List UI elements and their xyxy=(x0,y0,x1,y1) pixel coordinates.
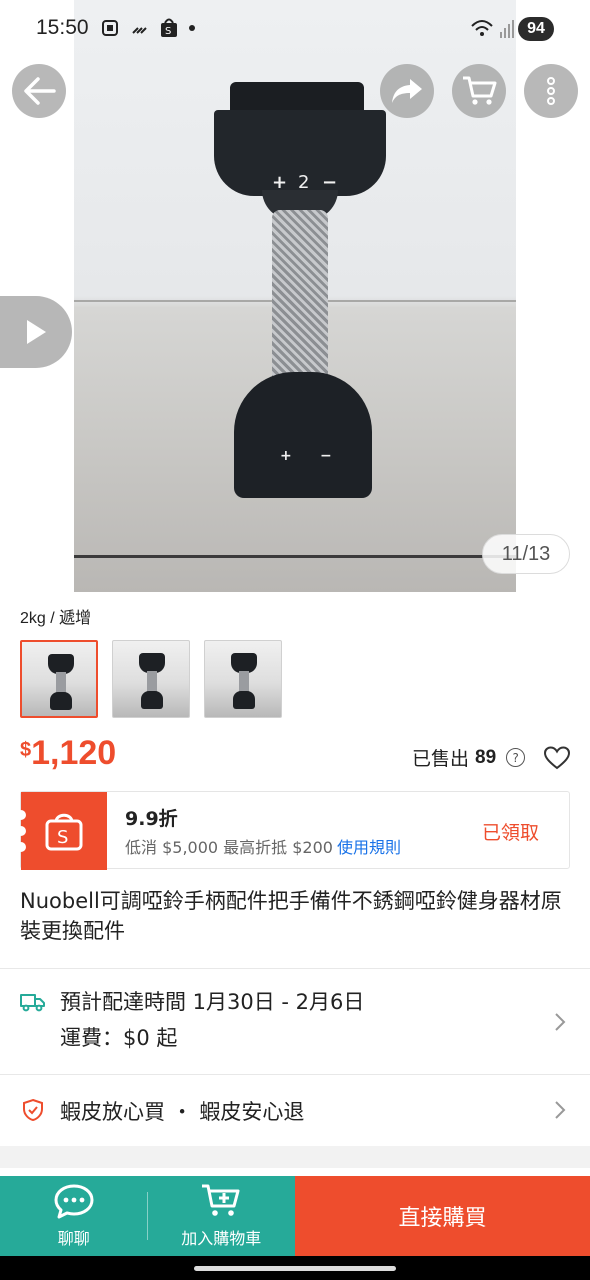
guarantee-text: 蝦皮放心買 ・ 蝦皮安心退 xyxy=(60,1100,305,1124)
truck-icon xyxy=(20,994,45,1012)
image-counter: 11/13 xyxy=(482,534,570,574)
guarantee-row[interactable]: 蝦皮放心買 ・ 蝦皮安心退 xyxy=(20,1094,570,1128)
svg-text:S: S xyxy=(57,827,68,848)
voucher-description: 低消 $5,000 最高折抵 $200 使用規則 xyxy=(125,834,401,858)
top-plus-label: + xyxy=(272,172,288,193)
cart-button[interactable] xyxy=(452,64,506,118)
bottom-minus-label: − xyxy=(320,448,332,464)
bottom-plus-label: + xyxy=(280,448,292,464)
thumb-dumbbell-bottom xyxy=(141,691,163,709)
variant-label: 2kg / 遞增 xyxy=(20,610,92,627)
voucher-notch xyxy=(16,826,26,836)
add-cart-icon xyxy=(202,1184,240,1216)
chevron-right-icon xyxy=(555,1013,566,1031)
status-time: 15:50 xyxy=(36,16,89,39)
favorite-heart-icon[interactable] xyxy=(544,746,570,770)
variant-thumb-2[interactable] xyxy=(112,640,190,718)
add-to-cart-label: 加入購物車 xyxy=(181,1229,262,1248)
bottom-action-bar: 聊聊 加入購物車 直接購買 xyxy=(0,1176,590,1256)
section-gap xyxy=(0,1146,590,1168)
floor-edge xyxy=(74,555,516,558)
cart-icon xyxy=(463,76,497,105)
battery-level: 94 xyxy=(518,17,554,41)
thumb-dumbbell-top xyxy=(231,653,257,673)
chat-label: 聊聊 xyxy=(57,1229,90,1248)
bottom-left-actions: 聊聊 加入購物車 xyxy=(0,1176,295,1256)
variant-thumbnails xyxy=(20,640,282,718)
more-vertical-icon xyxy=(547,77,555,105)
top-minus-label: − xyxy=(322,172,338,193)
help-icon[interactable]: ? xyxy=(506,748,526,767)
divider xyxy=(0,1074,590,1075)
voucher-title: 9.9折 xyxy=(125,808,178,830)
variant-thumb-3[interactable] xyxy=(204,640,282,718)
arrow-left-icon xyxy=(24,77,56,105)
product-gallery[interactable]: + 2 − + − 15:50 S 94 11/13 xyxy=(0,0,590,592)
share-button[interactable] xyxy=(380,64,434,118)
svg-text:S: S xyxy=(165,26,171,37)
product-title: Nuobell可調啞鈴手柄配件把手備件不銹鋼啞鈴健身器材原裝更換配件 xyxy=(20,889,562,943)
delivery-eta: 預計配達時間 1月30日 - 2月6日 xyxy=(60,990,365,1014)
sold-label: 已售出 xyxy=(412,748,470,770)
sold-count: 已售出 89 ? xyxy=(412,744,526,771)
dumbbell-bottom-plate xyxy=(234,372,372,498)
voucher-notch xyxy=(16,842,26,852)
shipping-row[interactable]: 預計配達時間 1月30日 - 2月6日 運費：$0 起 xyxy=(20,986,570,1056)
top-number-label: 2 xyxy=(298,172,310,193)
sold-number: 89 xyxy=(475,746,497,768)
buy-now-button[interactable]: 直接購買 xyxy=(295,1176,590,1256)
shipping-fee: 運費：$0 起 xyxy=(60,1026,178,1050)
share-icon xyxy=(392,79,422,103)
back-button[interactable] xyxy=(12,64,66,118)
status-notification-icons: S xyxy=(100,18,196,38)
bottom-bar-separator xyxy=(147,1192,148,1240)
dot-icon xyxy=(189,25,195,31)
voucher-min-spend: 低消 $5,000 最高折抵 $200 xyxy=(125,838,333,857)
wifi-signal-icon xyxy=(471,20,514,38)
thumb-dumbbell-top xyxy=(139,653,165,673)
chat-button[interactable]: 聊聊 xyxy=(0,1176,148,1256)
shopee-bag-icon: S xyxy=(161,18,177,37)
dumbbell-handle xyxy=(272,210,328,396)
chat-bubble-icon xyxy=(54,1184,94,1219)
voucher-card[interactable]: S 9.9折 低消 $5,000 最高折抵 $200 使用規則 已領取 xyxy=(16,791,570,870)
variant-thumb-1[interactable] xyxy=(20,640,98,718)
thumb-dumbbell-bottom xyxy=(50,692,72,710)
voucher-notch xyxy=(16,810,26,820)
thumb-dumbbell-bottom xyxy=(233,691,255,709)
voucher-rules-link[interactable]: 使用規則 xyxy=(337,838,401,857)
product-page: + 2 − + − 15:50 S 94 11/13 2kg / 遞增 $1,1… xyxy=(0,0,590,1280)
price-amount: 1,120 xyxy=(31,734,117,772)
price-currency: $ xyxy=(20,739,32,761)
thumb-dumbbell-top xyxy=(48,654,74,674)
shield-check-icon xyxy=(23,1098,43,1122)
status-bar: 15:50 S 94 xyxy=(0,0,590,58)
product-photo[interactable]: + 2 − + − xyxy=(74,0,516,592)
no-signal-icon xyxy=(132,27,147,34)
home-gesture-pill[interactable] xyxy=(194,1266,396,1271)
play-icon xyxy=(27,320,46,344)
add-to-cart-button[interactable]: 加入購物車 xyxy=(148,1176,296,1256)
price: $1,120 xyxy=(20,734,116,773)
divider xyxy=(0,968,590,969)
voucher-logo-panel: S xyxy=(21,792,107,870)
play-video-button[interactable] xyxy=(0,296,72,368)
voucher-claimed-status[interactable]: 已領取 xyxy=(482,818,539,845)
chevron-right-icon xyxy=(555,1101,566,1119)
screenshot-icon xyxy=(102,20,118,36)
more-options-button[interactable] xyxy=(524,64,578,118)
shopee-bag-icon: S xyxy=(45,813,83,851)
